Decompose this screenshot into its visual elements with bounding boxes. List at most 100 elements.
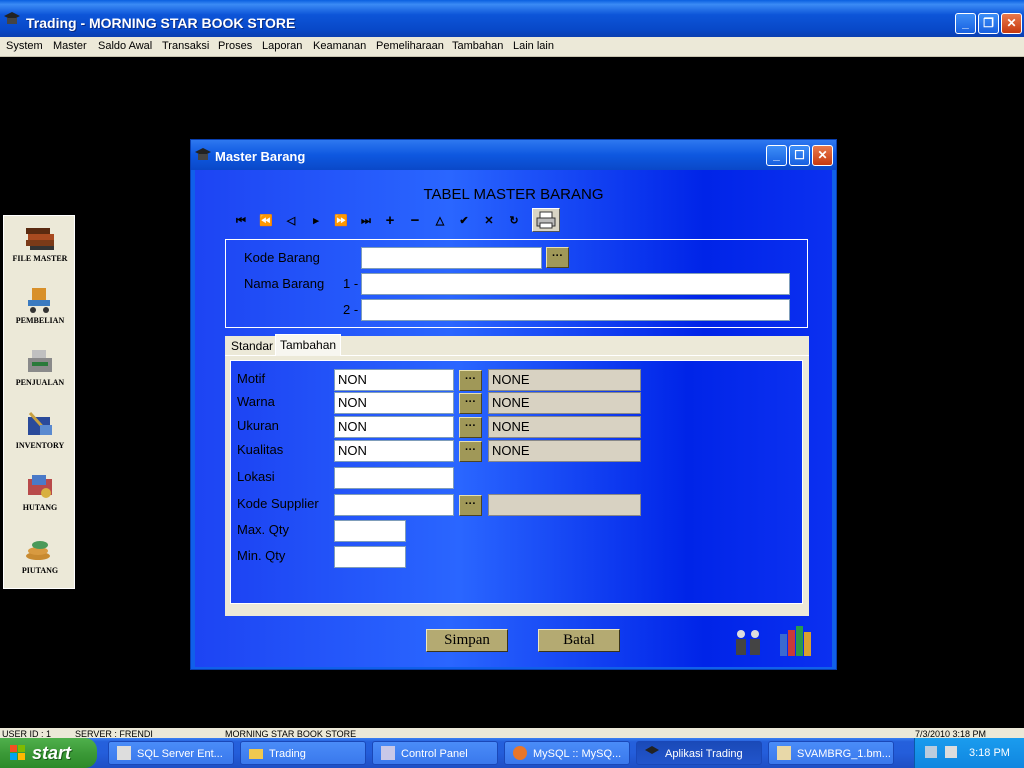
menu-system[interactable]: System bbox=[6, 40, 43, 52]
print-icon bbox=[536, 211, 556, 229]
task-trading[interactable]: Trading bbox=[240, 741, 366, 765]
batal-button[interactable]: Batal bbox=[538, 629, 620, 652]
inventory-icon bbox=[28, 411, 52, 435]
warna-input[interactable]: NON bbox=[334, 392, 454, 414]
motif-label: Motif bbox=[237, 371, 266, 386]
kode-barang-input[interactable] bbox=[361, 247, 542, 269]
window-maximize-button[interactable]: ☐ bbox=[789, 145, 810, 166]
status-user: USER ID : 1 bbox=[2, 729, 52, 738]
shortcut-file-master[interactable]: FILE MASTER bbox=[4, 222, 76, 263]
shortcut-panel: FILE MASTER PEMBELIAN PENJUALAN INVENTOR… bbox=[3, 215, 75, 589]
menu-lain-lain[interactable]: Lain lain bbox=[513, 40, 554, 52]
nama-barang-2-input[interactable] bbox=[361, 299, 790, 321]
kode-supplier-input[interactable] bbox=[334, 494, 454, 516]
warna-description: NONE bbox=[488, 392, 641, 414]
task-svambrg[interactable]: SVAMBRG_1.bm... bbox=[768, 741, 894, 765]
last-icon[interactable]: ⏭ bbox=[357, 212, 375, 230]
clock[interactable]: 3:18 PM bbox=[969, 747, 1010, 759]
prev-page-icon[interactable]: ⏪ bbox=[257, 212, 275, 230]
users-icon[interactable] bbox=[732, 626, 764, 658]
next-icon[interactable]: ▸ bbox=[307, 212, 325, 230]
start-button[interactable]: start bbox=[0, 738, 97, 768]
kode-supplier-label: Kode Supplier bbox=[237, 496, 319, 511]
menu-saldo-awal[interactable]: Saldo Awal bbox=[98, 40, 152, 52]
menu-keamanan[interactable]: Keamanan bbox=[313, 40, 366, 52]
confirm-icon[interactable]: ✔ bbox=[455, 212, 473, 230]
lokasi-input[interactable] bbox=[334, 467, 454, 489]
tab-tambahan[interactable]: Tambahan bbox=[275, 334, 342, 356]
motif-lookup-button[interactable]: ··· bbox=[459, 370, 482, 391]
shortcut-hutang[interactable]: HUTANG bbox=[4, 471, 76, 512]
app-icon bbox=[645, 746, 659, 754]
sql-server-icon bbox=[117, 746, 131, 760]
nama-barang-1-input[interactable] bbox=[361, 273, 790, 295]
menu-master[interactable]: Master bbox=[53, 40, 87, 52]
library-books-icon[interactable] bbox=[778, 624, 814, 658]
shortcut-inventory[interactable]: INVENTORY bbox=[4, 409, 76, 450]
books-icon bbox=[26, 228, 54, 250]
status-server: SERVER : FRENDI bbox=[75, 729, 153, 738]
add-icon[interactable]: + bbox=[381, 212, 399, 230]
window-close-button[interactable]: ✕ bbox=[812, 145, 833, 166]
simpan-button[interactable]: Simpan bbox=[426, 629, 508, 652]
delete-icon[interactable]: − bbox=[406, 212, 424, 230]
kode-barang-label: Kode Barang bbox=[244, 250, 320, 265]
system-tray: 3:18 PM bbox=[914, 738, 1024, 768]
volume-icon[interactable] bbox=[945, 746, 957, 758]
taskbar: start SQL Server Ent... Trading Control … bbox=[0, 738, 1024, 768]
network-icon[interactable] bbox=[925, 746, 937, 758]
refresh-icon[interactable]: ↻ bbox=[505, 212, 523, 230]
print-button[interactable] bbox=[532, 208, 560, 232]
kode-barang-lookup-button[interactable]: ··· bbox=[546, 247, 569, 268]
menu-proses[interactable]: Proses bbox=[218, 40, 252, 52]
master-barang-window: Master Barang _ ☐ ✕ TABEL MASTER BARANG … bbox=[190, 139, 837, 670]
menu-pemeliharaan[interactable]: Pemeliharaan bbox=[376, 40, 444, 52]
kualitas-input[interactable]: NON bbox=[334, 440, 454, 462]
min-qty-label: Min. Qty bbox=[237, 548, 286, 563]
status-datetime: 7/3/2010 3:18 PM bbox=[915, 729, 987, 738]
menu-transaksi[interactable]: Transaksi bbox=[162, 40, 209, 52]
ukuran-lookup-button[interactable]: ··· bbox=[459, 417, 482, 438]
motif-input[interactable]: NON bbox=[334, 369, 454, 391]
max-qty-label: Max. Qty bbox=[237, 522, 290, 537]
menu-bar: System Master Saldo Awal Transaksi Prose… bbox=[0, 37, 1024, 57]
close-button[interactable]: ✕ bbox=[1001, 13, 1022, 34]
max-qty-input[interactable] bbox=[334, 520, 406, 542]
window-minimize-button[interactable]: _ bbox=[766, 145, 787, 166]
shortcut-piutang[interactable]: PIUTANG bbox=[4, 534, 76, 575]
window-title: Master Barang bbox=[215, 149, 306, 164]
header-fields-box: Kode Barang ··· Nama Barang 1 - 2 - bbox=[225, 239, 808, 328]
task-sql-server[interactable]: SQL Server Ent... bbox=[108, 741, 234, 765]
shortcut-pembelian[interactable]: PEMBELIAN bbox=[4, 284, 76, 325]
motif-description: NONE bbox=[488, 369, 641, 391]
cancel-icon[interactable]: ✕ bbox=[480, 212, 498, 230]
prev-icon[interactable]: ◁ bbox=[282, 212, 300, 230]
ukuran-input[interactable]: NON bbox=[334, 416, 454, 438]
task-mysql[interactable]: MySQL :: MySQ... bbox=[504, 741, 630, 765]
app-title: Trading - MORNING STAR BOOK STORE bbox=[26, 15, 296, 31]
tab-panel-inner: Motif NON ··· NONE Warna NON ··· NONE Uk… bbox=[230, 360, 803, 604]
supplier-description bbox=[488, 494, 641, 516]
next-page-icon[interactable]: ⏩ bbox=[332, 212, 350, 230]
task-aplikasi-trading[interactable]: Aplikasi Trading bbox=[636, 741, 762, 765]
tab-strip: Standar Tambahan bbox=[225, 334, 809, 356]
menu-laporan[interactable]: Laporan bbox=[262, 40, 302, 52]
first-icon[interactable]: ⏮ bbox=[232, 212, 250, 230]
restore-button[interactable]: ❐ bbox=[978, 13, 999, 34]
ukuran-label: Ukuran bbox=[237, 418, 279, 433]
task-control-panel[interactable]: Control Panel bbox=[372, 741, 498, 765]
payable-icon bbox=[28, 475, 52, 498]
coins-icon bbox=[26, 541, 50, 560]
edit-icon[interactable]: △ bbox=[431, 212, 449, 230]
shortcut-penjualan[interactable]: PENJUALAN bbox=[4, 346, 76, 387]
minimize-button[interactable]: _ bbox=[955, 13, 976, 34]
window-body: TABEL MASTER BARANG ⏮ ⏪ ◁ ▸ ⏩ ⏭ + − △ ✔ … bbox=[195, 170, 832, 667]
supplier-lookup-button[interactable]: ··· bbox=[459, 495, 482, 516]
min-qty-input[interactable] bbox=[334, 546, 406, 568]
kualitas-lookup-button[interactable]: ··· bbox=[459, 441, 482, 462]
mortarboard-icon bbox=[195, 148, 211, 160]
cash-register-icon bbox=[28, 350, 52, 372]
menu-tambahan[interactable]: Tambahan bbox=[452, 40, 503, 52]
tab-standar[interactable]: Standar bbox=[227, 336, 277, 356]
warna-lookup-button[interactable]: ··· bbox=[459, 393, 482, 414]
